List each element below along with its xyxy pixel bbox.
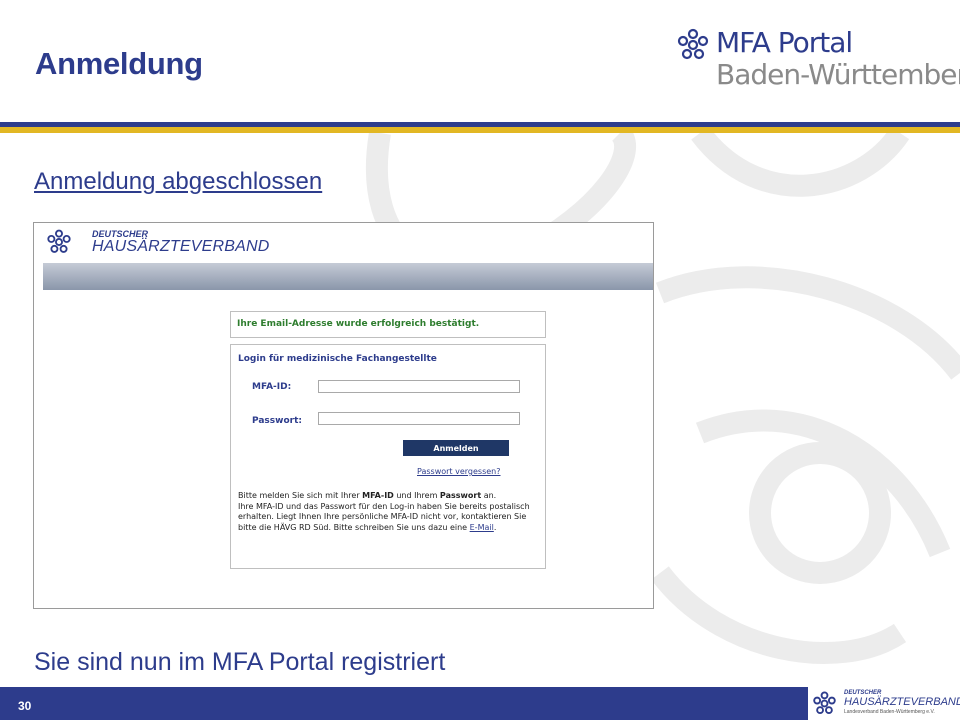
forgot-password-link[interactable]: Passwort vergessen? <box>417 467 501 476</box>
login-info-text: Bitte melden Sie sich mit Ihrer MFA-ID u… <box>238 491 538 533</box>
info-bold-password: Passwort <box>439 491 482 500</box>
info-text: und Ihrem <box>393 491 440 500</box>
mfa-id-label: MFA-ID: <box>252 382 292 392</box>
step-link-registration-complete[interactable]: Anmeldung abgeschlossen <box>34 168 322 196</box>
confirmation-message-box: Ihre Email-Adresse wurde erfolgreich bes… <box>230 311 546 338</box>
confirmation-message: Ihre Email-Adresse wurde erfolgreich bes… <box>237 319 480 329</box>
password-label: Passwort: <box>252 416 302 426</box>
info-text: . <box>493 522 497 532</box>
footer-logo: DEUTSCHER HAUSÄRZTEVERBAND Landesverband… <box>808 687 960 720</box>
email-link[interactable]: E-Mail <box>470 523 494 532</box>
password-input[interactable] <box>318 412 520 425</box>
footer-logo-text-large: HAUSÄRZTEVERBAND <box>844 696 960 708</box>
mfa-portal-logo: MFA Portal Baden-Württemberg <box>676 26 960 96</box>
mfa-id-input[interactable] <box>318 380 520 393</box>
snowflake-star-logo-icon <box>47 229 71 253</box>
info-text: Bitte melden Sie sich mit Ihrer <box>238 491 363 500</box>
brand-title: MFA Portal <box>716 26 853 59</box>
logo-text-large: HAUSÄRZTEVERBAND <box>92 238 270 255</box>
embedded-screenshot: DEUTSCHER HAUSÄRZTEVERBAND Ihre Email-Ad… <box>33 222 654 609</box>
page-number: 30 <box>18 699 32 713</box>
hausaerzteverband-logo: DEUTSCHER HAUSÄRZTEVERBAND <box>46 227 306 261</box>
info-bold-mfa-id: MFA-ID <box>362 491 394 500</box>
login-form: Login für medizinische Fachangestellte M… <box>230 344 546 569</box>
slide-title: Anmeldung <box>35 46 203 81</box>
registration-confirmation-text: Sie sind nun im MFA Portal registriert <box>34 648 446 676</box>
snowflake-star-logo-icon <box>813 691 836 715</box>
login-form-title: Login für medizinische Fachangestellte <box>238 354 437 364</box>
footer-bar: 30 DEUTSCHER HAUSÄRZTEVERBAND Landesverb… <box>0 687 960 720</box>
navigation-bar <box>43 263 653 290</box>
brand-subtitle: Baden-Württemberg <box>716 58 960 91</box>
info-text: an. <box>481 491 497 500</box>
snowflake-star-logo-icon <box>677 28 709 60</box>
login-button[interactable]: Anmelden <box>403 440 509 456</box>
footer-logo-subtitle: Landesverband Baden-Württemberg e.V. <box>844 709 935 715</box>
